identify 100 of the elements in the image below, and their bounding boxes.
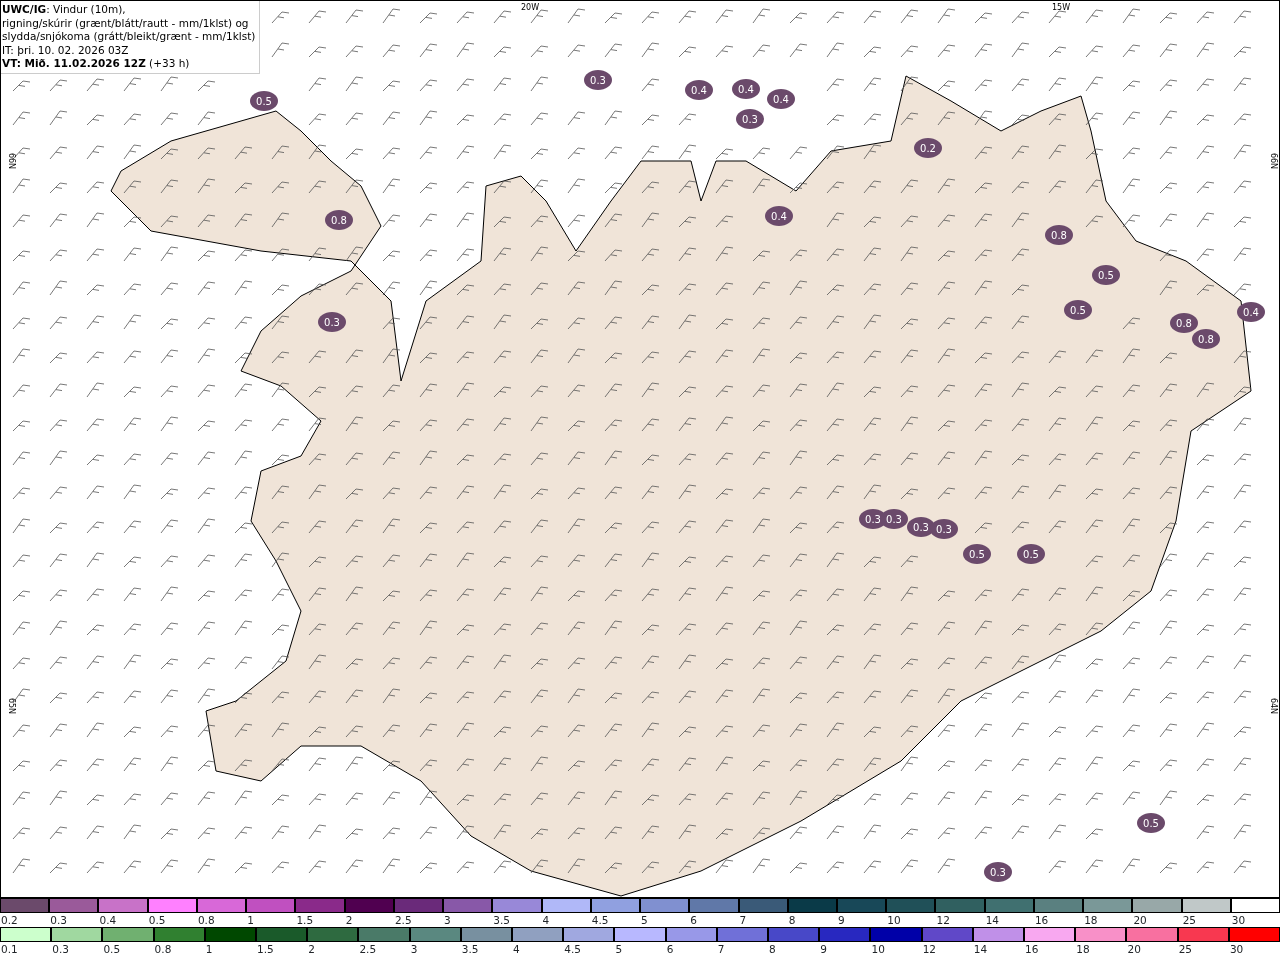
precipitation-area <box>1092 265 1120 285</box>
precipitation-area <box>736 109 764 129</box>
precipitation-label: 0.4 <box>771 211 787 222</box>
longitude-label: 20W <box>520 3 540 12</box>
precipitation-label: 0.8 <box>1198 334 1214 345</box>
legend-label: 3 <box>443 913 451 927</box>
legend-label: 7 <box>738 913 747 927</box>
precipitation-label: 0.3 <box>990 867 1006 878</box>
legend-label: 0.3 <box>49 913 67 927</box>
legend-label: 1.5 <box>295 913 314 927</box>
precipitation-area <box>584 70 612 90</box>
precipitation-label: 0.5 <box>1098 270 1114 281</box>
legend-label: 18 <box>1083 913 1098 927</box>
legend-label: 3 <box>409 942 418 956</box>
legend-label: 3.5 <box>460 942 479 956</box>
legend-label: 14 <box>972 942 988 956</box>
precipitation-area <box>325 210 353 230</box>
precipitation-area <box>1192 329 1220 349</box>
legend-label: 1 <box>246 913 254 927</box>
legend-label: 4.5 <box>590 913 609 927</box>
legend-label: 8 <box>787 913 796 927</box>
legend-label: 2.5 <box>358 942 377 956</box>
precipitation-label: 0.3 <box>324 317 340 328</box>
precipitation-area <box>318 312 346 332</box>
precipitation-area <box>963 544 991 564</box>
precipitation-label: 0.3 <box>886 514 902 525</box>
legend-label: 2 <box>344 913 353 927</box>
legend-label: 16 <box>1024 942 1039 956</box>
legend-label: 9 <box>819 942 827 956</box>
precipitation-area <box>1237 302 1265 322</box>
precipitation-area <box>1064 300 1092 320</box>
legend-label: 4 <box>541 913 550 927</box>
latitude-label: 65N <box>7 697 16 715</box>
precipitation-label: 0.4 <box>1243 307 1259 318</box>
precipitation-label: 0.2 <box>920 143 936 154</box>
legend-label: 6 <box>689 913 697 927</box>
precipitation-label: 0.3 <box>913 522 929 533</box>
precipitation-label: 0.8 <box>1051 230 1067 241</box>
legend-label: 18 <box>1075 942 1090 956</box>
precipitation-area <box>1017 544 1045 564</box>
precipitation-label: 0.4 <box>691 85 707 96</box>
legend-label: 0.5 <box>147 913 166 927</box>
legend-label: 12 <box>935 913 950 927</box>
legend-label: 0.4 <box>98 913 117 927</box>
precipitation-label: 0.5 <box>1023 549 1039 560</box>
precipitation-area <box>914 138 942 158</box>
precipitation-area <box>930 519 958 539</box>
precipitation-area <box>767 89 795 109</box>
legend-label: 0.3 <box>51 942 69 956</box>
precipitation-label: 0.5 <box>1070 305 1086 316</box>
legend-label: 4.5 <box>563 942 581 956</box>
legend-label: 0.8 <box>196 913 215 927</box>
longitude-label: 15W <box>1051 3 1071 12</box>
precipitation-area <box>685 80 713 100</box>
precipitation-area <box>1137 813 1165 833</box>
legend-label: 0.5 <box>102 942 121 956</box>
precipitation-area <box>732 79 760 99</box>
legend-label: 0.2 <box>0 913 18 927</box>
precipitation-label: 0.4 <box>773 94 789 105</box>
legend-label: 6 <box>665 942 674 956</box>
precipitation-label: 0.3 <box>742 114 758 125</box>
precipitation-area <box>984 862 1012 882</box>
legend-label: 5 <box>640 913 648 927</box>
precipitation-label: 0.5 <box>256 96 272 107</box>
legend-label: 0.8 <box>153 942 172 956</box>
latitude-label: 66N <box>7 152 16 170</box>
legend-label: 1.5 <box>256 942 274 956</box>
precipitation-area <box>1045 225 1073 245</box>
precipitation-area <box>1170 313 1198 333</box>
legend-label: 20 <box>1126 942 1141 956</box>
precipitation-label: 0.4 <box>738 84 754 95</box>
legend-label: 10 <box>870 942 885 956</box>
legend-label: 8 <box>768 942 776 956</box>
precipitation-label: 0.8 <box>331 215 347 226</box>
legend-label: 30 <box>1230 913 1246 927</box>
legend-label: 2 <box>307 942 315 956</box>
latitude-label: 64N <box>1269 697 1278 715</box>
precipitation-label: 0.3 <box>936 524 952 535</box>
legend-label: 16 <box>1033 913 1049 927</box>
legend-label: 25 <box>1177 942 1193 956</box>
legend-label: 12 <box>921 942 937 956</box>
precipitation-label: 0.3 <box>865 514 881 525</box>
precipitation-label: 0.8 <box>1176 318 1192 329</box>
title-line: rigning/skúrir (grænt/blátt/rautt - mm/1klst) og <box>2 16 250 30</box>
title-line: IT: þri. 10. 02. 2026 03Z <box>2 43 130 57</box>
precipitation-label: 0.5 <box>1143 818 1159 829</box>
precipitation-area <box>765 206 793 226</box>
latitude-label: 66N <box>1269 152 1278 170</box>
precipitation-label: 0.5 <box>969 549 985 560</box>
legend-label: 1 <box>204 942 213 956</box>
precipitation-area <box>250 91 278 111</box>
legend-label: 20 <box>1132 913 1147 927</box>
legend-label: 25 <box>1181 913 1196 927</box>
legend-label: 9 <box>837 913 845 927</box>
legend-label: 5 <box>614 942 623 956</box>
title-line: slydda/snjókoma (grátt/bleikt/grænt - mm/1klst) <box>2 30 256 44</box>
legend-label: 3.5 <box>492 913 511 927</box>
precipitation-label: 0.3 <box>590 75 606 86</box>
legend-label: 4 <box>512 942 520 956</box>
legend-label: 7 <box>716 942 725 956</box>
